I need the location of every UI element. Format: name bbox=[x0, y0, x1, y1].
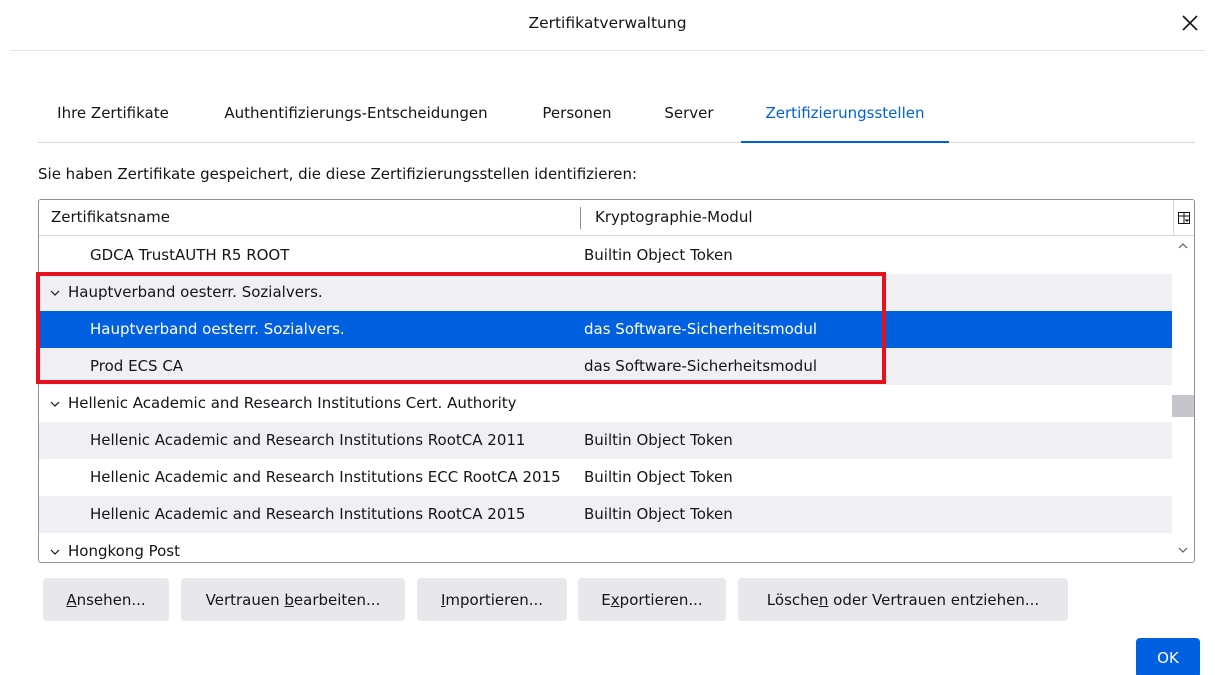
vertical-scrollbar[interactable] bbox=[1172, 237, 1194, 562]
tab-authentication-decisions[interactable]: Authentifizierungs-Entscheidungen bbox=[206, 94, 506, 142]
column-picker-icon bbox=[1178, 212, 1190, 224]
titlebar-divider bbox=[10, 50, 1205, 51]
import-button[interactable]: Importieren... bbox=[417, 578, 567, 621]
group-name: Hellenic Academic and Research Instituti… bbox=[68, 394, 517, 412]
cert-name: GDCA TrustAUTH R5 ROOT bbox=[90, 246, 290, 264]
tab-servers[interactable]: Server bbox=[646, 94, 732, 142]
tree-header: Zertifikatsname Kryptographie-Modul bbox=[39, 200, 1194, 236]
scroll-up-icon[interactable] bbox=[1176, 239, 1190, 253]
close-button[interactable] bbox=[1175, 8, 1205, 38]
cert-module: das Software-Sicherheitsmodul bbox=[584, 357, 817, 375]
tree-group-row[interactable]: Hellenic Academic and Research Instituti… bbox=[39, 385, 1172, 422]
cert-module: Builtin Object Token bbox=[584, 468, 733, 486]
delete-distrust-button[interactable]: Lösche n oder Vertrauen entziehen... bbox=[738, 578, 1068, 621]
intro-text: Sie haben Zertifikate gespeichert, die d… bbox=[38, 165, 638, 183]
close-icon bbox=[1182, 15, 1198, 31]
cert-name: Hellenic Academic and Research Instituti… bbox=[90, 505, 526, 523]
group-name: Hauptverband oesterr. Sozialvers. bbox=[68, 283, 323, 301]
chevron-down-icon[interactable] bbox=[48, 397, 62, 411]
tree-row[interactable]: Prod ECS CA das Software-Sicherheitsmodu… bbox=[39, 348, 1172, 385]
tree-row[interactable]: Hellenic Academic and Research Instituti… bbox=[39, 496, 1172, 533]
tree-row-selected[interactable]: Hauptverband oesterr. Sozialvers. das So… bbox=[39, 311, 1172, 348]
certificate-tree[interactable]: Zertifikatsname Kryptographie-Modul GDCA… bbox=[38, 199, 1195, 563]
cert-name: Hellenic Academic and Research Instituti… bbox=[90, 468, 561, 486]
column-header-name[interactable]: Zertifikatsname bbox=[51, 208, 170, 226]
dialog-titlebar: Zertifikatverwaltung bbox=[0, 0, 1215, 50]
tab-authorities[interactable]: Zertifizierungsstellen bbox=[741, 94, 949, 143]
cert-name: Hellenic Academic and Research Instituti… bbox=[90, 431, 526, 449]
tree-row[interactable]: Hellenic Academic and Research Instituti… bbox=[39, 422, 1172, 459]
cert-name: Prod ECS CA bbox=[90, 357, 184, 375]
chevron-down-icon[interactable] bbox=[48, 286, 62, 300]
cert-name: Hauptverband oesterr. Sozialvers. bbox=[90, 320, 345, 338]
chevron-down-icon[interactable] bbox=[48, 545, 62, 559]
tab-your-certificates[interactable]: Ihre Zertifikate bbox=[38, 94, 188, 142]
tab-strip: Ihre Zertifikate Authentifizierungs-Ents… bbox=[38, 94, 1195, 143]
tree-rows: GDCA TrustAUTH R5 ROOT Builtin Object To… bbox=[39, 237, 1172, 562]
scroll-down-icon[interactable] bbox=[1176, 543, 1190, 557]
ok-button[interactable]: OK bbox=[1136, 638, 1200, 675]
export-button[interactable]: Ex portieren... bbox=[578, 578, 726, 621]
cert-module: das Software-Sicherheitsmodul bbox=[584, 320, 817, 338]
column-picker-button[interactable] bbox=[1173, 200, 1194, 236]
tab-people[interactable]: Personen bbox=[526, 94, 628, 142]
edit-trust-button[interactable]: Vertrauen b earbeiten... bbox=[181, 578, 405, 621]
group-name: Hongkong Post bbox=[68, 542, 180, 560]
tree-row[interactable]: GDCA TrustAUTH R5 ROOT Builtin Object To… bbox=[39, 237, 1172, 274]
scrollbar-thumb[interactable] bbox=[1172, 395, 1194, 417]
cert-module: Builtin Object Token bbox=[584, 505, 733, 523]
column-header-module[interactable]: Kryptographie-Modul bbox=[595, 208, 753, 226]
view-button[interactable]: Ansehen... bbox=[43, 578, 169, 621]
tree-row[interactable]: Hellenic Academic and Research Instituti… bbox=[39, 459, 1172, 496]
dialog-title: Zertifikatverwaltung bbox=[528, 14, 687, 32]
cert-module: Builtin Object Token bbox=[584, 246, 733, 264]
tree-group-row[interactable]: Hongkong Post bbox=[39, 533, 1172, 562]
cert-module: Builtin Object Token bbox=[584, 431, 733, 449]
column-divider[interactable] bbox=[580, 207, 581, 229]
tree-group-row[interactable]: Hauptverband oesterr. Sozialvers. bbox=[39, 274, 1172, 311]
